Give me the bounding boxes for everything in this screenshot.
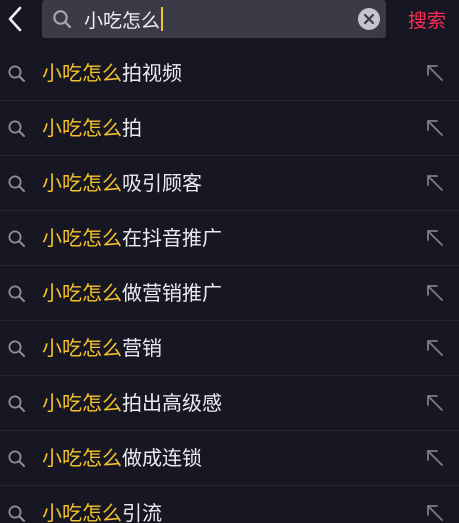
suggestion-label: 小吃怎么营销 — [42, 333, 162, 363]
fill-query-button[interactable] — [424, 172, 446, 194]
search-query-text: 小吃怎么 — [84, 9, 161, 32]
suggestion-list: 小吃怎么拍视频 小吃怎么拍 小吃怎么吸引顾客 小吃怎么在抖音推广 小吃怎么做营销推广 小吃… — [0, 46, 459, 523]
suggestion-text: 做营销推广 — [122, 281, 222, 305]
search-icon — [8, 340, 25, 357]
arrow-up-left-icon — [427, 395, 443, 411]
suggestion-item[interactable]: 小吃怎么拍 — [0, 101, 459, 156]
search-icon — [53, 10, 72, 29]
fill-query-button[interactable] — [424, 447, 446, 469]
arrow-up-left-icon — [427, 230, 443, 246]
suggestion-item[interactable]: 小吃怎么吸引顾客 — [0, 156, 459, 211]
suggestion-item[interactable]: 小吃怎么拍视频 — [0, 46, 459, 101]
suggestion-text: 在抖音推广 — [122, 226, 222, 250]
suggestion-highlight: 小吃怎么 — [42, 281, 122, 305]
suggestion-item[interactable]: 小吃怎么做成连锁 — [0, 431, 459, 486]
search-input[interactable]: 小吃怎么 — [84, 6, 164, 32]
suggestion-highlight: 小吃怎么 — [42, 446, 122, 470]
arrow-up-left-icon — [427, 285, 443, 301]
suggestion-highlight: 小吃怎么 — [42, 226, 122, 250]
search-icon — [8, 65, 25, 82]
suggestion-highlight: 小吃怎么 — [42, 116, 122, 140]
arrow-up-left-icon — [427, 175, 443, 191]
back-button[interactable] — [0, 0, 30, 38]
arrow-up-left-icon — [427, 340, 443, 356]
suggestion-label: 小吃怎么做成连锁 — [42, 443, 202, 473]
suggestion-label: 小吃怎么拍出高级感 — [42, 388, 222, 418]
search-icon — [8, 505, 25, 522]
fill-query-button[interactable] — [424, 337, 446, 359]
suggestion-highlight: 小吃怎么 — [42, 171, 122, 195]
suggestion-item[interactable]: 小吃怎么引流 — [0, 486, 459, 523]
fill-query-button[interactable] — [424, 392, 446, 414]
suggestion-item[interactable]: 小吃怎么营销 — [0, 321, 459, 376]
suggestion-text: 引流 — [122, 501, 162, 523]
suggestion-highlight: 小吃怎么 — [42, 336, 122, 360]
clear-button[interactable] — [358, 8, 380, 30]
suggestion-highlight: 小吃怎么 — [42, 391, 122, 415]
fill-query-button[interactable] — [424, 117, 446, 139]
suggestion-highlight: 小吃怎么 — [42, 61, 122, 85]
suggestion-label: 小吃怎么做营销推广 — [42, 278, 222, 308]
suggestion-label: 小吃怎么拍视频 — [42, 58, 182, 88]
clear-icon — [363, 13, 375, 25]
suggestion-text: 做成连锁 — [122, 446, 202, 470]
search-icon — [8, 230, 25, 247]
suggestion-text: 拍视频 — [122, 61, 182, 85]
suggestion-item[interactable]: 小吃怎么在抖音推广 — [0, 211, 459, 266]
chevron-left-icon — [8, 6, 22, 32]
suggestion-label: 小吃怎么在抖音推广 — [42, 223, 222, 253]
suggestion-highlight: 小吃怎么 — [42, 501, 122, 523]
arrow-up-left-icon — [427, 120, 443, 136]
search-button[interactable]: 搜索 — [398, 2, 456, 36]
suggestion-text: 拍 — [122, 116, 142, 140]
search-icon — [8, 395, 25, 412]
suggestion-item[interactable]: 小吃怎么做营销推广 — [0, 266, 459, 321]
search-field[interactable]: 小吃怎么 — [42, 0, 386, 38]
search-header: 小吃怎么 搜索 — [0, 0, 459, 42]
fill-query-button[interactable] — [424, 502, 446, 523]
search-icon — [8, 120, 25, 137]
text-caret — [161, 7, 164, 31]
suggestion-label: 小吃怎么吸引顾客 — [42, 168, 202, 198]
search-icon — [8, 175, 25, 192]
suggestion-label: 小吃怎么引流 — [42, 498, 162, 523]
suggestion-text: 吸引顾客 — [122, 171, 202, 195]
suggestion-label: 小吃怎么拍 — [42, 113, 142, 143]
arrow-up-left-icon — [427, 505, 443, 521]
fill-query-button[interactable] — [424, 227, 446, 249]
arrow-up-left-icon — [427, 65, 443, 81]
fill-query-button[interactable] — [424, 62, 446, 84]
fill-query-button[interactable] — [424, 282, 446, 304]
suggestion-text: 拍出高级感 — [122, 391, 222, 415]
arrow-up-left-icon — [427, 450, 443, 466]
search-icon — [8, 450, 25, 467]
search-icon — [8, 285, 25, 302]
suggestion-item[interactable]: 小吃怎么拍出高级感 — [0, 376, 459, 431]
suggestion-text: 营销 — [122, 336, 162, 360]
